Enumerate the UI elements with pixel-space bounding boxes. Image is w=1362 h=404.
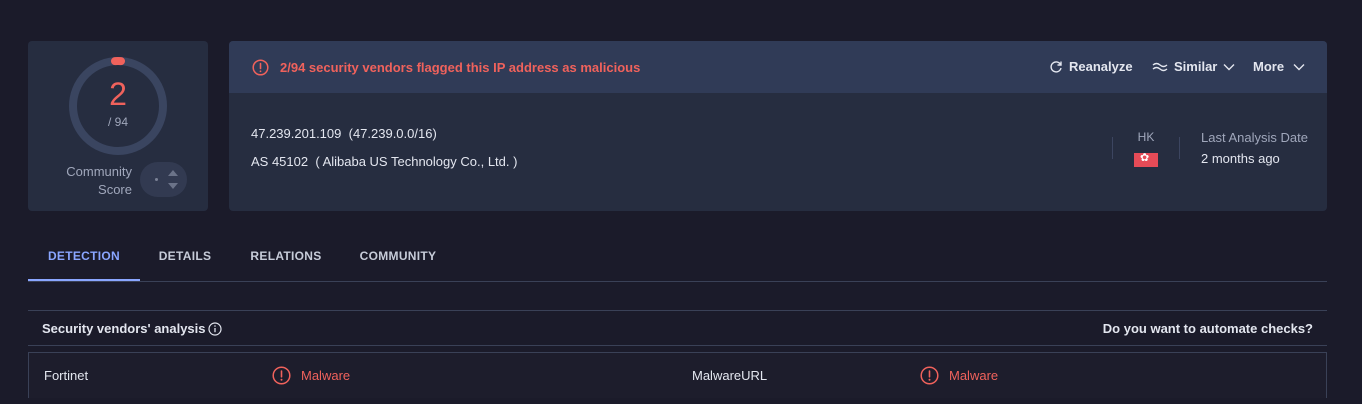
ip-address-line: 47.239.201.109 (47.239.0.0/16) — [251, 126, 437, 141]
info-icon[interactable] — [208, 322, 222, 336]
refresh-icon — [1050, 61, 1062, 73]
similar-dropdown[interactable]: Similar — [1152, 58, 1235, 76]
divider — [1112, 137, 1113, 159]
tab-detection[interactable]: DETECTION — [28, 240, 140, 281]
vendor-verdict: Malware — [920, 366, 998, 385]
as-number[interactable]: AS 45102 — [251, 154, 308, 169]
alert-circle-icon — [920, 366, 939, 385]
detection-count: 2 — [109, 76, 127, 112]
reanalyze-button[interactable]: Reanalyze — [1049, 58, 1133, 76]
vendor-name: Fortinet — [44, 368, 89, 383]
vendors-analysis-header: Security vendors' analysis Do you want t… — [28, 310, 1327, 346]
autonomous-system-line: AS 45102 ( Alibaba US Technology Co., Lt… — [251, 154, 517, 169]
upvote-icon[interactable] — [168, 170, 178, 176]
tab-details[interactable]: DETAILS — [140, 240, 230, 281]
similar-icon — [1152, 62, 1168, 72]
score-dot-icon — [155, 178, 158, 181]
tab-community[interactable]: COMMUNITY — [348, 240, 448, 281]
ip-range[interactable]: (47.239.0.0/16) — [349, 126, 437, 141]
malicious-alert-bar: 2/94 security vendors flagged this IP ad… — [229, 41, 1327, 93]
vendor-total: / 94 — [107, 115, 128, 129]
vendor-results-row: Fortinet Malware MalwareURL Malware — [28, 352, 1327, 398]
country-code: HK — [1137, 130, 1155, 144]
chevron-down-icon — [1293, 64, 1305, 71]
detection-score-card: 2 / 94 Community Score — [28, 41, 208, 211]
alert-message: 2/94 security vendors flagged this IP ad… — [280, 60, 641, 75]
divider — [1179, 137, 1180, 159]
vendor-verdict: Malware — [272, 366, 350, 385]
hong-kong-flag-icon: ✿ — [1134, 152, 1158, 167]
as-owner: ( Alibaba US Technology Co., Ltd. ) — [315, 154, 518, 169]
tab-relations[interactable]: RELATIONS — [236, 240, 336, 281]
downvote-icon[interactable] — [168, 183, 178, 189]
more-dropdown[interactable]: More — [1253, 58, 1305, 76]
ip-address[interactable]: 47.239.201.109 — [251, 126, 341, 141]
last-analysis-value: 2 months ago — [1201, 151, 1280, 166]
ip-summary-card: 2/94 security vendors flagged this IP ad… — [229, 41, 1327, 211]
vendor-name: MalwareURL — [692, 368, 768, 383]
section-title: Security vendors' analysis — [42, 321, 206, 336]
report-tabs: DETECTION DETAILS RELATIONS COMMUNITY — [28, 240, 1327, 282]
automate-checks-link[interactable]: Do you want to automate checks? — [1103, 321, 1313, 336]
community-vote-control[interactable] — [140, 162, 187, 197]
alert-circle-icon — [272, 366, 291, 385]
last-analysis-label: Last Analysis Date — [1201, 130, 1308, 145]
chevron-down-icon — [1223, 64, 1235, 71]
community-score-label: Community Score — [66, 164, 132, 197]
alert-circle-icon — [252, 59, 269, 76]
